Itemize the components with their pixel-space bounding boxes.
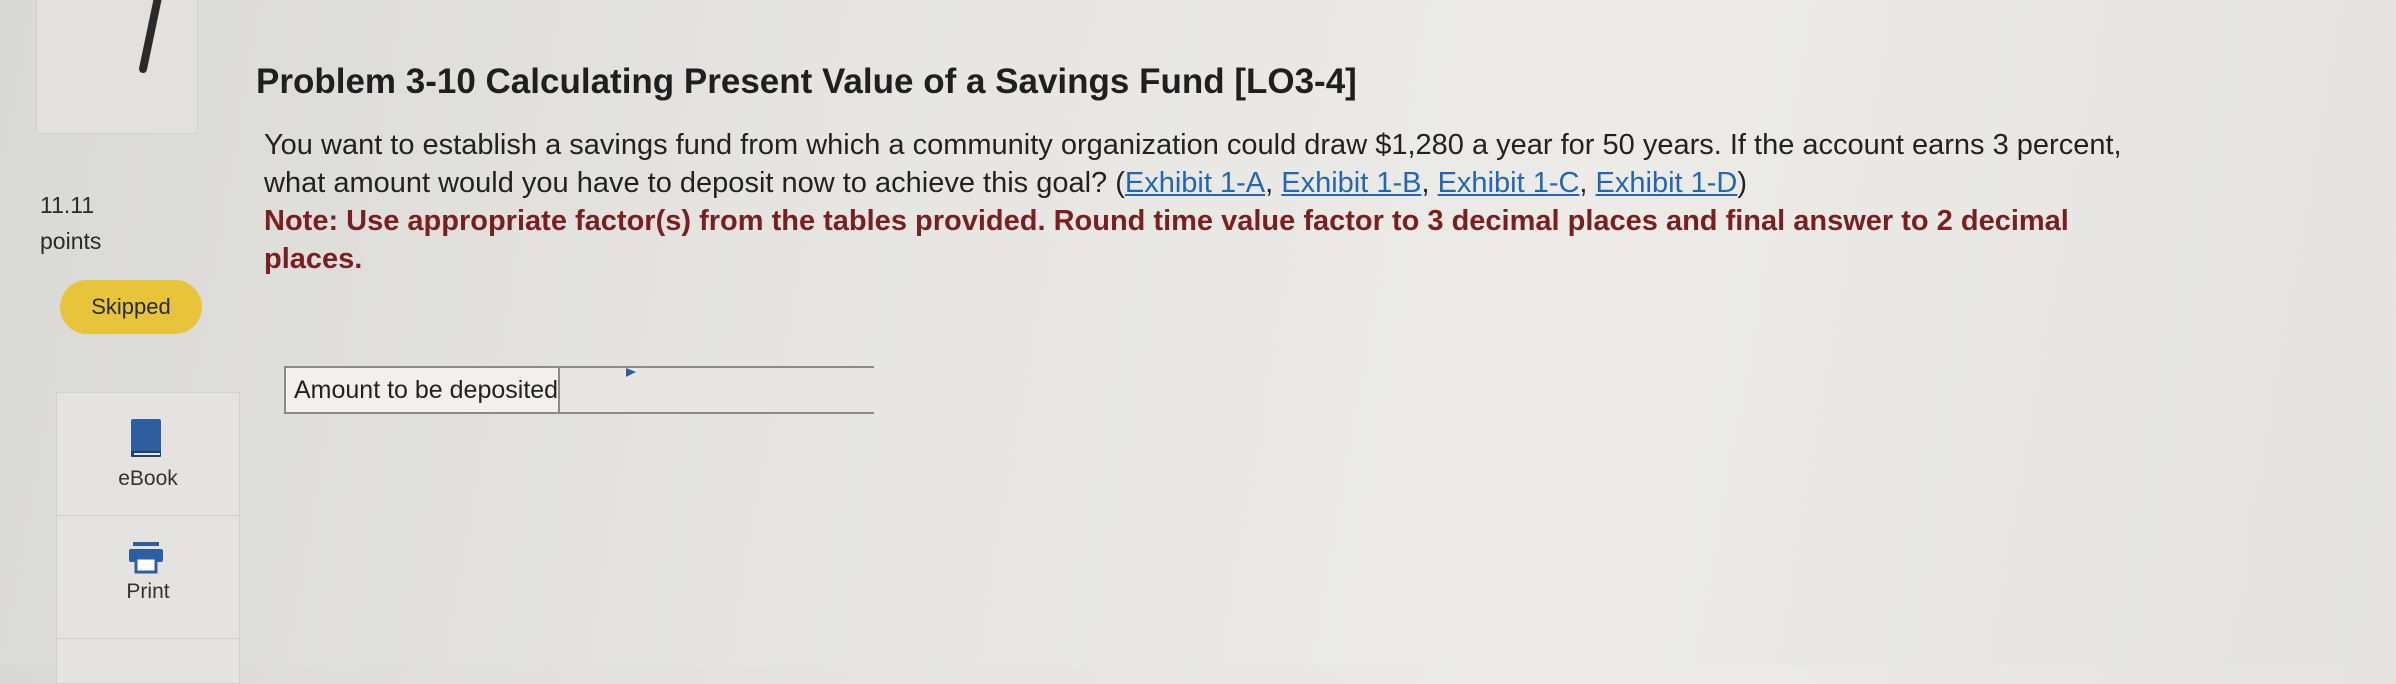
exhibit-separator: , xyxy=(1579,167,1596,199)
question-nav-tile[interactable] xyxy=(36,0,198,134)
exhibit-separator: , xyxy=(1421,167,1438,199)
ebook-label: eBook xyxy=(118,467,178,490)
exhibit-separator: , xyxy=(1265,167,1282,199)
question-text: You want to establish a savings fund fro… xyxy=(264,126,2144,202)
status-badge: Skipped xyxy=(60,280,202,334)
answer-label: Amount to be deposited xyxy=(286,368,561,412)
points-label: points xyxy=(40,228,102,254)
exhibit-1c-link[interactable]: Exhibit 1-C xyxy=(1438,167,1580,199)
amount-deposited-input[interactable] xyxy=(560,368,887,412)
problem-title: Problem 3-10 Calculating Present Value o… xyxy=(256,62,1357,101)
printer-icon xyxy=(129,542,163,574)
ebook-button[interactable]: eBook xyxy=(57,393,239,516)
exhibit-1b-link[interactable]: Exhibit 1-B xyxy=(1281,167,1421,199)
book-icon xyxy=(131,419,161,457)
exhibit-1a-link[interactable]: Exhibit 1-A xyxy=(1125,167,1265,199)
instruction-note: Note: Use appropriate factor(s) from the… xyxy=(264,205,2069,275)
print-button[interactable]: Print xyxy=(57,516,239,639)
answer-table: Amount to be deposited xyxy=(284,366,887,414)
points-value: 11.11 xyxy=(40,192,95,218)
close-paren: ) xyxy=(1737,167,1748,199)
tools-panel: eBook Print xyxy=(56,392,240,684)
exhibit-1d-link[interactable]: Exhibit 1-D xyxy=(1596,167,1738,199)
print-label: Print xyxy=(126,580,170,603)
input-marker-icon xyxy=(626,368,636,377)
question-number-glyph xyxy=(139,0,162,73)
question-body: You want to establish a savings fund fro… xyxy=(264,126,2144,278)
